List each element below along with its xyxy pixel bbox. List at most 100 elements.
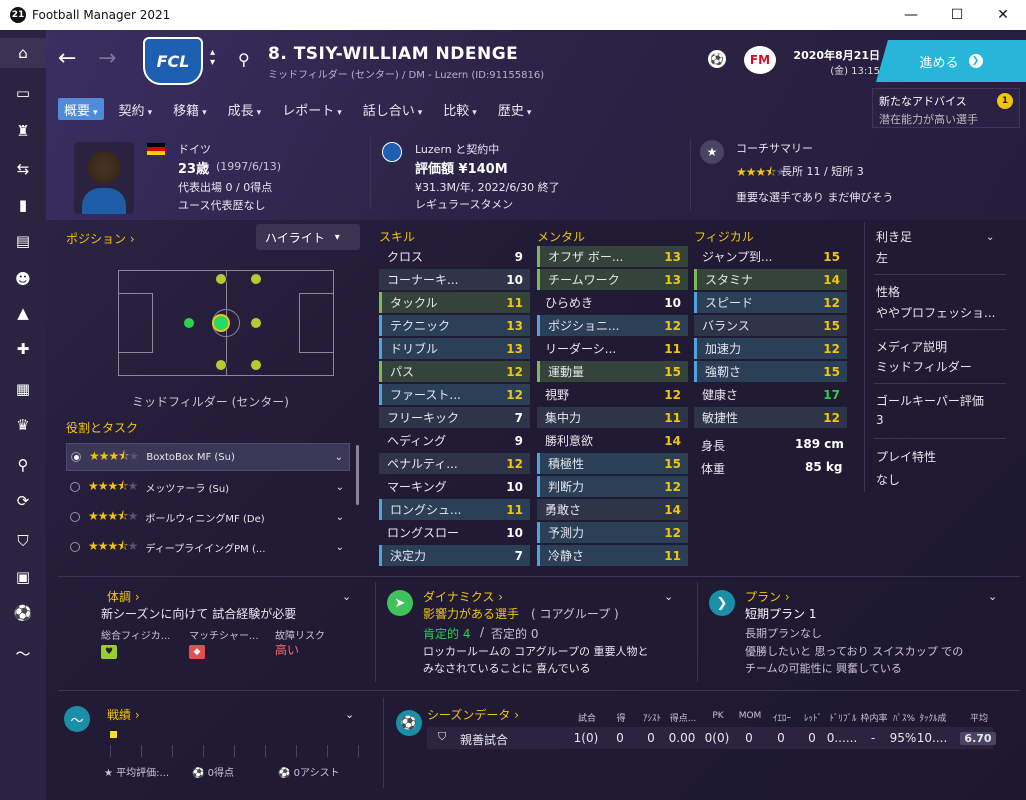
form-title[interactable]: 戦績 › [107,706,140,723]
chevron-down-icon[interactable]: ⌄ [335,452,343,463]
season-column-header[interactable]: ﾄﾞﾘﾌﾞﾙ [828,711,858,724]
continue-button[interactable]: 進める ❯ [876,40,1026,82]
close-button[interactable]: ✕ [980,0,1026,30]
finances-icon[interactable]: ▣ [0,562,46,592]
skills-attribute-row[interactable]: タックル 11 [379,292,530,313]
chevron-down-icon[interactable]: ⌄ [664,590,673,603]
ball-icon[interactable]: ⚽ [708,50,726,68]
minimize-button[interactable]: — [888,0,934,30]
condition-title[interactable]: 体調 › [107,588,140,605]
chevron-down-icon[interactable]: ⌄ [336,542,344,553]
club-info-icon[interactable]: ⛉ [0,526,46,556]
club-crest[interactable]: FCL [143,37,203,85]
physical-attribute-row[interactable]: バランス 15 [694,315,847,336]
season-column-header[interactable]: 試合 [572,711,602,724]
highlight-select[interactable]: ハイライト ▾ [256,224,360,250]
skills-attribute-row[interactable]: ロングスロー 10 [379,522,530,543]
mental-attribute-row[interactable]: 予測力 12 [537,522,688,543]
season-column-header[interactable]: ｱｼｽﾄ [637,711,667,724]
season-title[interactable]: シーズンデータ › [427,706,519,723]
season-column-header[interactable]: 枠内率 [859,711,889,724]
radio-button[interactable] [70,542,80,552]
roles-scrollbar[interactable] [356,445,359,505]
tab-transfer[interactable]: 移籍 ▾ [167,98,213,120]
tab-interaction[interactable]: 話し合い ▾ [357,98,429,120]
physical-attribute-row[interactable]: スピード 12 [694,292,847,313]
skills-attribute-row[interactable]: ドリブル 13 [379,338,530,359]
scouting-icon[interactable]: ☻ [0,264,46,294]
forward-button[interactable]: → [98,46,116,71]
season-column-header[interactable]: PK [703,711,733,721]
mental-attribute-row[interactable]: 冷静さ 11 [537,545,688,566]
mental-attribute-row[interactable]: ポジショニ... 12 [537,315,688,336]
staff-icon[interactable]: ▮ [0,190,46,220]
skills-attribute-row[interactable]: テクニック 13 [379,315,530,336]
mental-attribute-row[interactable]: チームワーク 13 [537,269,688,290]
mental-attribute-row[interactable]: 判断力 12 [537,476,688,497]
search-player-icon[interactable]: ⚲ [238,50,250,69]
schedule-icon[interactable]: ▦ [0,374,46,404]
league-icon[interactable]: ⚽ [0,598,46,628]
role-row[interactable]: ★★★⯪★ ディープライイングPM (... ⌄ [66,533,350,561]
season-column-header[interactable]: ﾚｯﾄﾞ [798,711,828,724]
season-column-header[interactable]: 平均 [964,711,994,724]
skills-attribute-row[interactable]: ヘディング 9 [379,430,530,451]
dynamics-title[interactable]: ダイナミクス › [423,588,503,605]
tab-reports[interactable]: レポート ▾ [276,98,348,120]
physical-attribute-row[interactable]: 強靭さ 15 [694,361,847,382]
maximize-button[interactable]: ☐ [934,0,980,30]
chevron-down-icon[interactable]: ⌄ [342,590,351,603]
mental-attribute-row[interactable]: オフザ ボー... 13 [537,246,688,267]
chevron-down-icon[interactable]: ⌄ [345,708,354,721]
skills-attribute-row[interactable]: フリーキック 7 [379,407,530,428]
skills-attribute-row[interactable]: パス 12 [379,361,530,382]
physical-attribute-row[interactable]: ジャンプ到... 15 [694,246,847,267]
back-button[interactable]: ← [58,46,76,71]
skills-attribute-row[interactable]: コーナーキ... 10 [379,269,530,290]
tab-compare[interactable]: 比較 ▾ [437,98,483,120]
season-column-header[interactable]: ﾊﾟｽ% [889,711,919,724]
nationality[interactable]: ドイツ [178,141,211,157]
radio-button[interactable] [70,512,80,522]
training-icon[interactable]: ▤ [0,226,46,256]
tab-development[interactable]: 成長 ▾ [222,98,268,120]
plan-title[interactable]: プラン › [745,588,790,605]
radio-button[interactable] [70,482,80,492]
role-row[interactable]: ★★★⯪★ BoxtoBox MF (Su) ⌄ [66,443,350,471]
season-column-header[interactable]: ﾀｯｸﾙ成 [918,711,948,724]
physical-attribute-row[interactable]: 加速力 12 [694,338,847,359]
chevron-down-icon[interactable]: ⌄ [336,482,344,493]
season-column-header[interactable]: 得点... [668,711,698,724]
skills-attribute-row[interactable]: ペナルティ... 12 [379,453,530,474]
inbox-icon[interactable]: ▭ [0,78,46,108]
mental-attribute-row[interactable]: 集中力 11 [537,407,688,428]
squad-icon[interactable]: ♜ [0,116,46,146]
physical-attribute-row[interactable]: 敏捷性 12 [694,407,847,428]
mental-attribute-row[interactable]: 勝利意欲 14 [537,430,688,451]
chevron-down-icon[interactable]: ⌄ [336,512,344,523]
transfers-icon[interactable]: ⟳ [0,486,46,516]
season-column-header[interactable]: 得 [606,711,636,724]
chevron-down-icon[interactable]: ⌄ [986,232,994,243]
fm-logo[interactable]: FM [744,46,776,74]
mental-attribute-row[interactable]: ひらめき 10 [537,292,688,313]
skills-attribute-row[interactable]: マーキング 10 [379,476,530,497]
dynamics-icon[interactable]: ▲ [0,298,46,328]
role-row[interactable]: ★★★⯪★ メッツァーラ (Su) ⌄ [66,473,350,501]
tab-contract[interactable]: 契約 ▾ [113,98,159,120]
player-switch-icon[interactable]: ▴ ▾ [210,48,215,68]
contract-club[interactable]: Luzern と契約中 [415,141,499,157]
position-title[interactable]: ポジション › [66,230,135,247]
skills-attribute-row[interactable]: クロス 9 [379,246,530,267]
radio-button[interactable] [71,452,81,462]
mental-attribute-row[interactable]: リーダーシ... 11 [537,338,688,359]
chart-icon[interactable]: 〜 [0,638,46,668]
physical-attribute-row[interactable]: スタミナ 14 [694,269,847,290]
tab-overview[interactable]: 概要 ▾ [58,98,104,120]
mental-attribute-row[interactable]: 視野 12 [537,384,688,405]
season-column-header[interactable]: ｲｴﾛｰ [767,711,797,724]
role-row[interactable]: ★★★⯪★ ボールウィニングMF (De) ⌄ [66,503,350,531]
advice-panel[interactable]: 新たなアドバイス 潜在能力が高い選手 1 [872,88,1020,128]
season-column-header[interactable]: MOM [735,711,765,721]
home-icon[interactable]: ⌂ [0,38,46,68]
